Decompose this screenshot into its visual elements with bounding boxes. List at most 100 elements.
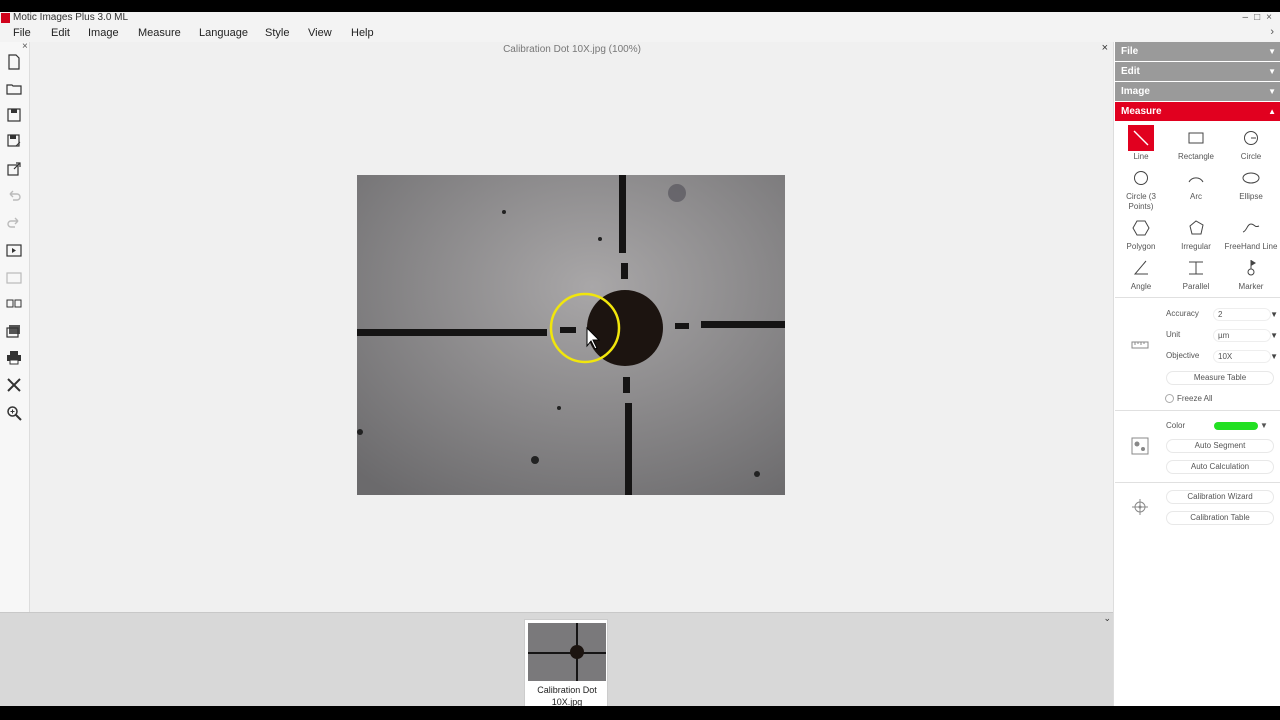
accuracy-label: Accuracy — [1166, 309, 1199, 318]
section-measure[interactable]: Measure ▲ — [1115, 102, 1280, 121]
image-canvas[interactable] — [31, 58, 1113, 612]
tool-freehand-line[interactable]: FreeHand Line — [1224, 215, 1278, 255]
section-edit-label: Edit — [1121, 66, 1140, 77]
menu-view[interactable]: View — [308, 27, 332, 39]
color-label: Color — [1166, 421, 1186, 430]
compare-icon[interactable] — [4, 294, 24, 314]
marker-icon — [1238, 255, 1264, 281]
menu-image[interactable]: Image — [88, 27, 119, 39]
section-image[interactable]: Image ▼ — [1115, 82, 1280, 101]
open-folder-icon[interactable] — [4, 79, 24, 99]
tool-circle-3-points[interactable]: Circle (3 Points) — [1114, 165, 1168, 215]
left-toolbar: × — [0, 41, 30, 612]
ellipse-icon — [1238, 165, 1264, 191]
tool-line-label: Line — [1133, 152, 1149, 161]
tool-circle[interactable]: Circle — [1224, 125, 1278, 165]
print-icon[interactable] — [4, 348, 24, 368]
measure-table-button[interactable]: Measure Table — [1166, 371, 1274, 385]
zoom-icon[interactable] — [4, 403, 24, 423]
capture-icon[interactable] — [4, 268, 24, 288]
microscope-image[interactable] — [357, 175, 785, 495]
circle-3-points-icon — [1128, 165, 1154, 191]
thumbnail-strip: ⌄ Calibration Dot 10X.jpg — [0, 612, 1113, 707]
section-image-label: Image — [1121, 86, 1150, 97]
tool-ellipse[interactable]: Ellipse — [1224, 165, 1278, 205]
calibration-dot-image — [357, 175, 785, 495]
calibration-wizard-button[interactable]: Calibration Wizard — [1166, 490, 1274, 504]
section-edit[interactable]: Edit ▼ — [1115, 62, 1280, 81]
document-title: Calibration Dot 10X.jpg (100%) — [503, 44, 641, 55]
minimize-button[interactable]: – — [1243, 12, 1249, 23]
tool-arc[interactable]: Arc — [1169, 165, 1223, 205]
polygon-icon — [1128, 215, 1154, 241]
tool-polygon[interactable]: Polygon — [1114, 215, 1168, 255]
tool-ellipse-label: Ellipse — [1239, 192, 1263, 201]
tools-icon[interactable] — [4, 375, 24, 395]
undo-icon[interactable] — [4, 186, 24, 206]
menu-measure[interactable]: Measure — [138, 27, 181, 39]
dropdown-arrow-icon: ▼ — [1270, 331, 1278, 340]
tool-rectangle[interactable]: Rectangle — [1169, 125, 1223, 165]
chevron-up-icon: ▲ — [1268, 107, 1276, 116]
line-icon — [1128, 125, 1154, 151]
accuracy-select[interactable]: 2 ▼ — [1213, 308, 1278, 321]
tool-marker[interactable]: Marker — [1224, 255, 1278, 295]
redo-icon[interactable] — [4, 213, 24, 233]
menu-edit[interactable]: Edit — [51, 27, 70, 39]
gallery-icon[interactable] — [4, 322, 24, 342]
divider — [1115, 410, 1280, 411]
thumbnail-item[interactable]: Calibration Dot 10X.jpg — [524, 619, 608, 707]
objective-value: 10X — [1218, 352, 1233, 361]
auto-calculation-button[interactable]: Auto Calculation — [1166, 460, 1274, 474]
auto-segment-button[interactable]: Auto Segment — [1166, 439, 1274, 453]
menu-overflow-icon[interactable]: › — [1270, 26, 1274, 38]
close-window-button[interactable]: × — [1266, 12, 1272, 23]
menu-language[interactable]: Language — [199, 27, 248, 39]
tool-irregular[interactable]: Irregular — [1169, 215, 1223, 255]
thumbnail-toggle-icon[interactable]: ⌄ — [1103, 613, 1111, 624]
ruler-icon — [1130, 335, 1150, 355]
circle-icon — [1238, 125, 1264, 151]
unit-select[interactable]: µm ▼ — [1213, 329, 1278, 342]
save-icon[interactable] — [4, 105, 24, 125]
toolbar-close-icon[interactable]: × — [22, 41, 28, 52]
arc-icon — [1183, 165, 1209, 191]
menu-help[interactable]: Help — [351, 27, 374, 39]
segment-icon — [1130, 436, 1150, 456]
objective-select[interactable]: 10X ▼ — [1213, 350, 1278, 363]
workspace: × Calibration Dot 10X.jpg (100%) × ⌄ Cal… — [0, 41, 1280, 707]
dropdown-arrow-icon[interactable]: ▼ — [1260, 421, 1268, 430]
divider — [1115, 482, 1280, 483]
freehand-line-icon — [1238, 215, 1264, 241]
unit-label: Unit — [1166, 330, 1181, 339]
tool-freehand-line-label: FreeHand Line — [1224, 242, 1278, 251]
accuracy-value: 2 — [1218, 310, 1223, 319]
tool-irregular-label: Irregular — [1181, 242, 1211, 251]
crosshair-icon — [1130, 497, 1150, 517]
document-close-icon[interactable]: × — [1102, 42, 1108, 54]
calibration-table-button[interactable]: Calibration Table — [1166, 511, 1274, 525]
tool-angle-label: Angle — [1130, 282, 1152, 291]
title-bar: Motic Images Plus 3.0 ML – □ × — [0, 12, 1280, 25]
slideshow-icon[interactable] — [4, 241, 24, 261]
chevron-down-icon: ▼ — [1268, 67, 1276, 76]
section-measure-label: Measure — [1121, 106, 1162, 117]
divider — [1115, 297, 1280, 298]
export-icon[interactable] — [4, 159, 24, 179]
menu-style[interactable]: Style — [265, 27, 289, 39]
angle-icon — [1128, 255, 1154, 281]
maximize-button[interactable]: □ — [1254, 12, 1260, 23]
color-swatch[interactable] — [1214, 422, 1258, 430]
menu-file[interactable]: File — [13, 27, 31, 39]
rectangle-icon — [1183, 125, 1209, 151]
tool-line[interactable]: Line — [1114, 125, 1168, 165]
save-as-icon[interactable] — [4, 131, 24, 151]
irregular-icon — [1183, 215, 1209, 241]
tool-angle[interactable]: Angle — [1114, 255, 1168, 295]
freeze-all-checkbox[interactable] — [1165, 394, 1174, 403]
tool-parallel[interactable]: Parallel — [1169, 255, 1223, 295]
tool-marker-label: Marker — [1238, 282, 1264, 291]
section-file[interactable]: File ▼ — [1115, 42, 1280, 61]
new-file-icon[interactable] — [4, 52, 24, 72]
bottom-black-bar — [0, 706, 1280, 720]
